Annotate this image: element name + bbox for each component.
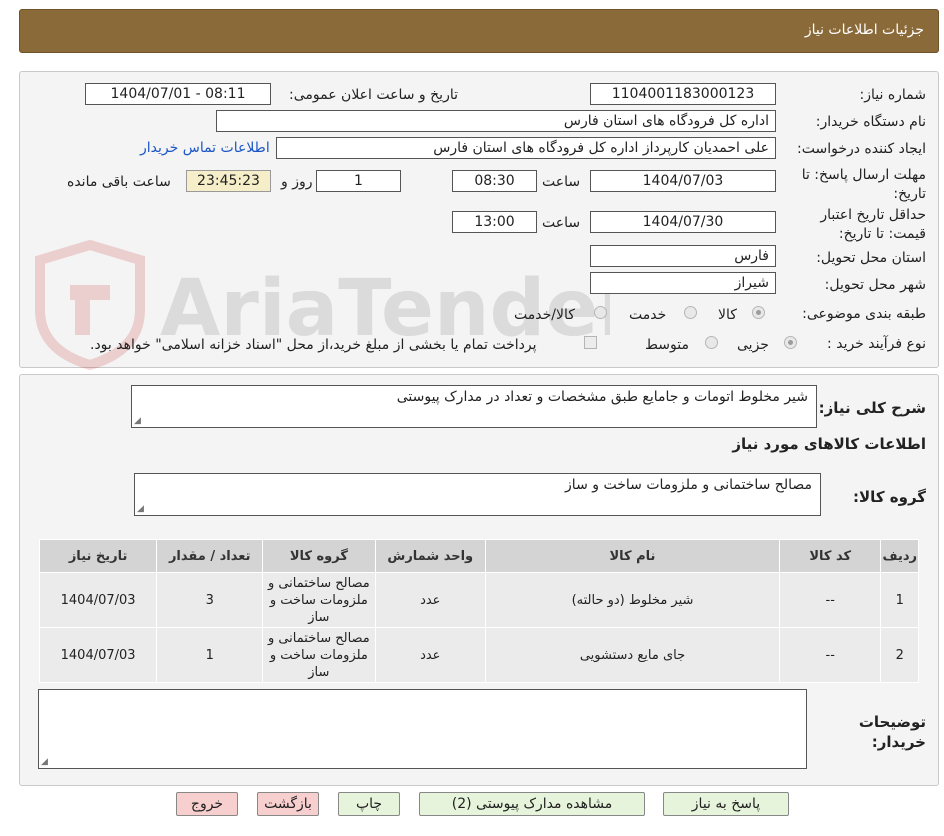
goods-info-title: اطلاعات کالاهای مورد نیاز <box>732 435 926 453</box>
cell-qty: 3 <box>156 572 264 628</box>
announce-label: تاریخ و ساعت اعلان عمومی: <box>289 87 458 103</box>
category-option-goods: کالا <box>718 307 737 323</box>
table-row: 2 -- جای مایع دستشویی عدد مصالح ساختمانی… <box>38 627 919 683</box>
cell-group: مصالح ساختمانی و ملزومات ساخت و ساز <box>262 627 376 683</box>
table-row: 1 -- شیر مخلوط (دو حالته) عدد مصالح ساخت… <box>38 572 919 628</box>
process-option-medium: متوسط <box>645 337 689 353</box>
buyer-notes-textarea[interactable]: ◢ <box>38 689 807 769</box>
exit-button[interactable]: خروج <box>176 792 238 816</box>
days-label: روز و <box>281 174 313 190</box>
city-label: شهر محل تحویل: <box>824 277 926 293</box>
col-header-date: تاریخ نیاز <box>38 539 158 573</box>
remaining-time-field: 23:45:23 <box>186 170 271 192</box>
treasury-checkbox[interactable] <box>584 336 597 349</box>
cell-code: -- <box>778 572 882 628</box>
table-header-row: ردیف کد کالا نام کالا واحد شمارش گروه کا… <box>38 539 919 573</box>
remaining-label: ساعت باقی مانده <box>67 174 171 190</box>
description-textarea[interactable]: شیر مخلوط اتومات و جامایع طبق مشخصات و ت… <box>131 385 817 428</box>
col-header-name: نام کالا <box>484 539 781 573</box>
payment-note: پرداخت تمام یا بخشی از مبلغ خرید،از محل … <box>90 337 537 353</box>
deadline-time-label: ساعت <box>542 174 581 190</box>
validity-date-field: 1404/07/30 <box>590 211 776 233</box>
goods-group-text: مصالح ساختمانی و ملزومات ساخت و ساز <box>565 477 812 493</box>
items-table: ردیف کد کالا نام کالا واحد شمارش گروه کا… <box>38 539 919 683</box>
category-radio-service[interactable] <box>684 306 697 319</box>
announce-field: 1404/07/01 - 08:11 <box>85 83 271 105</box>
print-button[interactable]: چاپ <box>338 792 400 816</box>
city-field: شیراز <box>590 272 776 294</box>
col-header-code: کد کالا <box>778 539 882 573</box>
description-text: شیر مخلوط اتومات و جامایع طبق مشخصات و ت… <box>396 389 808 405</box>
buyer-notes-label: توضیحات خریدار: <box>858 713 926 751</box>
col-header-group: گروه کالا <box>262 539 376 573</box>
cell-date: 1404/07/03 <box>38 627 158 683</box>
goods-group-label: گروه کالا: <box>853 488 926 506</box>
province-label: استان محل تحویل: <box>816 250 926 266</box>
back-button[interactable]: بازگشت <box>257 792 319 816</box>
buyer-label: نام دستگاه خریدار: <box>815 114 926 130</box>
cell-unit: عدد <box>374 627 486 683</box>
cell-row-number: 1 <box>880 572 919 628</box>
cell-date: 1404/07/03 <box>38 572 158 628</box>
col-header-unit: واحد شمارش <box>374 539 486 573</box>
reply-button[interactable]: پاسخ به نیاز <box>663 792 789 816</box>
goods-group-textarea[interactable]: مصالح ساختمانی و ملزومات ساخت و ساز ◢ <box>134 473 821 516</box>
resize-grip-icon[interactable]: ◢ <box>137 504 144 514</box>
deadline-date-field: 1404/07/03 <box>590 170 776 192</box>
creator-field: علی احمدیان کارپرداز اداره کل فرودگاه ها… <box>276 137 776 159</box>
description-label: شرح کلی نیاز: <box>818 399 926 417</box>
validity-label: حداقل تاریخ اعتبار قیمت: تا تاریخ: <box>820 207 926 242</box>
category-option-goods-service: کالا/خدمت <box>514 307 575 323</box>
cell-group: مصالح ساختمانی و ملزومات ساخت و ساز <box>262 572 376 628</box>
resize-grip-icon[interactable]: ◢ <box>41 757 48 767</box>
cell-unit: عدد <box>374 572 486 628</box>
col-header-qty: تعداد / مقدار <box>156 539 264 573</box>
resize-grip-icon[interactable]: ◢ <box>134 416 141 426</box>
need-number-label: شماره نیاز: <box>859 87 927 103</box>
cell-qty: 1 <box>156 627 264 683</box>
process-label: نوع فرآیند خرید : <box>827 336 926 352</box>
buyer-contact-link[interactable]: اطلاعات تماس خریدار <box>140 140 270 156</box>
category-radio-goods[interactable] <box>752 306 765 319</box>
days-field: 1 <box>316 170 401 192</box>
col-header-row-number: ردیف <box>880 539 919 573</box>
deadline-time-field: 08:30 <box>452 170 537 192</box>
process-radio-minor[interactable] <box>784 336 797 349</box>
category-radio-goods-service[interactable] <box>594 306 607 319</box>
deadline-label: مهلت ارسال پاسخ: تا تاریخ: <box>801 167 926 202</box>
cell-row-number: 2 <box>880 627 919 683</box>
process-option-minor: جزیی <box>737 337 769 353</box>
buyer-field: اداره کل فرودگاه های استان فارس <box>216 110 776 132</box>
process-radio-medium[interactable] <box>705 336 718 349</box>
page-header: جزئیات اطلاعات نیاز <box>19 9 939 53</box>
cell-name: جای مایع دستشویی <box>484 627 781 683</box>
need-number-field: 1104001183000123 <box>590 83 776 105</box>
validity-time-field: 13:00 <box>452 211 537 233</box>
cell-name: شیر مخلوط (دو حالته) <box>484 572 781 628</box>
category-option-service: خدمت <box>629 307 667 323</box>
category-label: طبقه بندی موضوعی: <box>802 306 926 322</box>
validity-time-label: ساعت <box>542 215 581 231</box>
attachments-button[interactable]: مشاهده مدارک پیوستی (2) <box>419 792 645 816</box>
province-field: فارس <box>590 245 776 267</box>
page-title: جزئیات اطلاعات نیاز <box>804 22 924 38</box>
creator-label: ایجاد کننده درخواست: <box>797 141 926 157</box>
cell-code: -- <box>778 627 882 683</box>
